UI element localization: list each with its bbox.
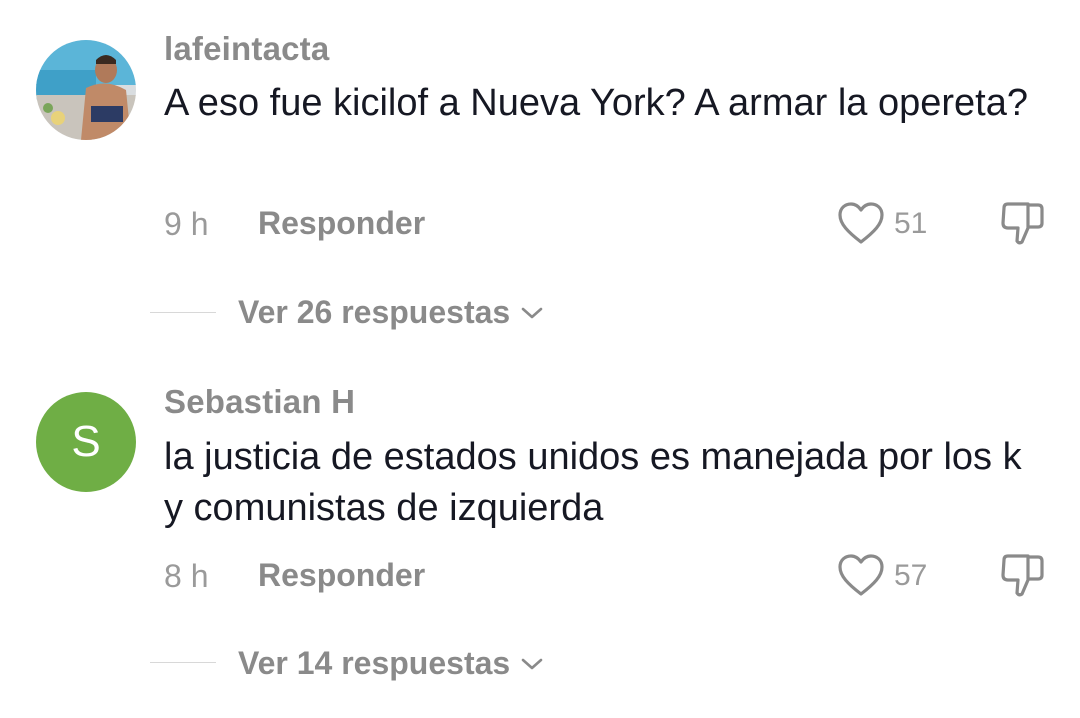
dislike-button[interactable] — [998, 198, 1046, 248]
dislike-button[interactable] — [998, 550, 1046, 600]
replies-divider — [150, 312, 216, 313]
chevron-down-icon — [521, 307, 543, 318]
comments-page: lafeintacta A eso fue kicilof a Nueva Yo… — [0, 0, 1080, 718]
view-replies-button[interactable]: Ver 26 respuestas — [238, 294, 544, 331]
thumbs-down-icon — [1001, 554, 1044, 597]
avatar-initial: S — [71, 417, 101, 466]
replies-divider — [150, 662, 216, 663]
user-avatar[interactable] — [36, 40, 136, 140]
comment-username[interactable]: lafeintacta — [164, 30, 329, 68]
like-count: 51 — [894, 207, 928, 240]
like-button[interactable] — [836, 552, 886, 598]
like-count: 57 — [894, 559, 928, 592]
comment-username[interactable]: Sebastian H — [164, 383, 355, 421]
reply-button[interactable]: Responder — [258, 557, 425, 594]
thumbs-down-icon — [1001, 202, 1044, 245]
heart-outline-icon — [838, 202, 884, 244]
comment-timestamp: 9 h — [164, 206, 209, 242]
comment-timestamp: 8 h — [164, 558, 209, 594]
comment-text: la justicia de estados unidos es manejad… — [164, 436, 1022, 529]
reply-button[interactable]: Responder — [258, 205, 425, 242]
user-avatar[interactable]: S — [36, 392, 136, 492]
view-replies-button[interactable]: Ver 14 respuestas — [238, 645, 544, 682]
view-replies-label: Ver 26 respuestas — [238, 294, 511, 330]
heart-outline-icon — [838, 554, 884, 596]
view-replies-label: Ver 14 respuestas — [238, 645, 511, 681]
comment-text: A eso fue kicilof a Nueva York? A armar … — [164, 82, 1028, 124]
avatar-photo — [36, 40, 136, 140]
chevron-down-icon — [521, 658, 543, 669]
like-button[interactable] — [836, 200, 886, 246]
